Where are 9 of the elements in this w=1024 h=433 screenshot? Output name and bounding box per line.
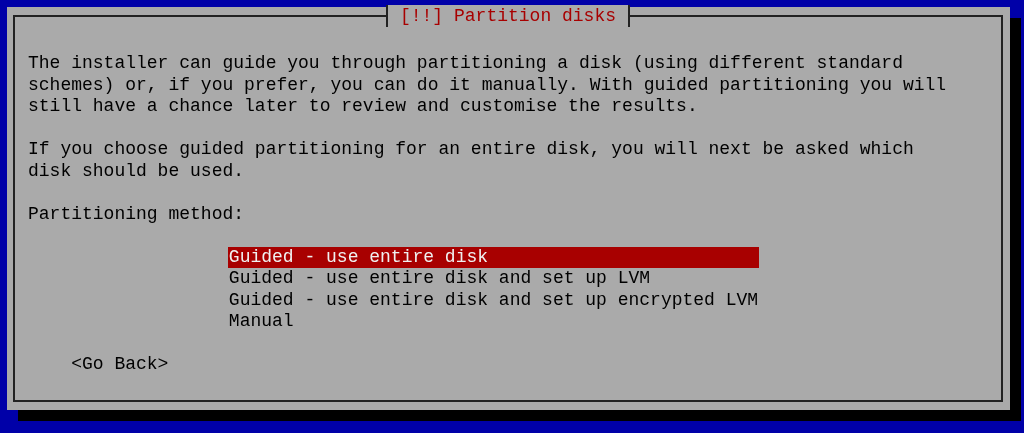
menu-option[interactable]: Guided - use entire disk: [227, 246, 760, 268]
prompt-label: Partitioning method:: [28, 203, 245, 225]
menu-option[interactable]: Guided - use entire disk and set up LVM: [227, 268, 760, 290]
dialog-title: [!!] Partition disks: [385, 5, 630, 27]
instruction-text: The installer can guide you through partitioning a disk (using different standard schemes) or, if you prefer, you can do it manually. With guided partitioning you will still have a chance later to review and customise the results.: [28, 53, 947, 118]
menu-option[interactable]: Guided - use entire disk and set up encrypted LVM: [227, 289, 760, 311]
instruction-text: If you choose guided partitioning for an entire disk, you will next be asked which disk should be used.: [28, 139, 915, 182]
menu-option[interactable]: Manual: [227, 311, 760, 333]
go-back-button[interactable]: <Go Back>: [71, 354, 169, 376]
